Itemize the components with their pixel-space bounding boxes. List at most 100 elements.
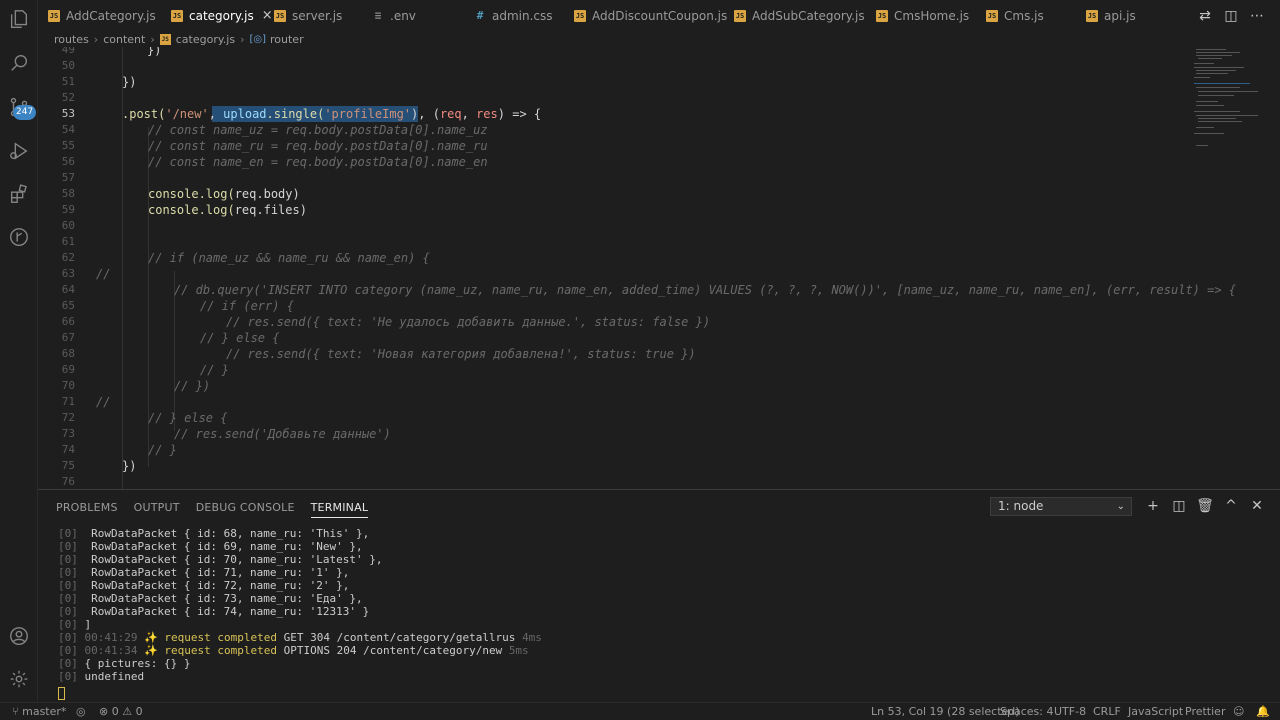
code-line: 66// res.send({ text: 'Не удалось добави… bbox=[61, 315, 711, 329]
code-line: 67// } else { bbox=[61, 331, 280, 345]
cursor-position[interactable]: Ln 53, Col 19 (28 selected) bbox=[871, 703, 1020, 720]
search-icon[interactable] bbox=[7, 51, 31, 75]
split-editor-icon[interactable]: ◫ bbox=[1218, 8, 1244, 24]
code-editor[interactable]: 49}) 50 51}) 52 53 .post('/new', upload.s… bbox=[38, 47, 1280, 489]
tab-debug-console[interactable]: DEBUG CONSOLE bbox=[196, 501, 295, 514]
tab-admin-css[interactable]: # admin.css bbox=[474, 0, 553, 31]
tab-addsubcategory[interactable]: JS AddSubCategory.js bbox=[734, 0, 865, 31]
new-terminal-icon[interactable]: + bbox=[1140, 497, 1166, 516]
close-tab-icon[interactable]: × bbox=[262, 8, 273, 23]
tab-adddiscountcoupon[interactable]: JS AddDiscountCoupon.js bbox=[574, 0, 727, 31]
editor-tab-bar: JS AddCategory.js JS category.js × JS server… bbox=[38, 0, 1280, 31]
code-line: 72// } else { bbox=[61, 411, 228, 425]
terminal-line: [0] RowDataPacket { id: 74, name_ru: '12… bbox=[58, 605, 370, 618]
terminal-line: [0] RowDataPacket { id: 68, name_ru: 'Th… bbox=[58, 527, 370, 540]
terminal-line: [0] RowDataPacket { id: 71, name_ru: '1'… bbox=[58, 566, 350, 579]
code-line: 55// const name_ru = req.body.postData[0… bbox=[61, 139, 488, 153]
close-panel-icon[interactable]: ✕ bbox=[1244, 497, 1270, 516]
warning-icon: ⚠ bbox=[118, 705, 136, 718]
tab-api[interactable]: JS api.js bbox=[1086, 0, 1136, 31]
js-file-icon: JS bbox=[274, 9, 286, 22]
code-line: 75}) bbox=[61, 459, 137, 473]
code-line: 73// res.send('Добавьте данные') bbox=[61, 427, 391, 441]
tab-output[interactable]: OUTPUT bbox=[134, 501, 180, 514]
css-file-icon: # bbox=[476, 9, 484, 22]
line-endings[interactable]: CRLF bbox=[1093, 703, 1121, 720]
terminal-line: [0] 00:41:34 ✨ request completed OPTIONS… bbox=[58, 644, 529, 657]
breadcrumb-file[interactable]: category.js bbox=[176, 33, 235, 46]
split-terminal-icon[interactable]: ◫ bbox=[1166, 497, 1192, 516]
indentation[interactable]: Spaces: 4 bbox=[1000, 703, 1053, 720]
code-line: 74// } bbox=[61, 443, 177, 457]
formatter[interactable]: Prettier bbox=[1185, 703, 1225, 720]
terminal-line: [0] RowDataPacket { id: 70, name_ru: 'La… bbox=[58, 553, 383, 566]
code-line: 57 bbox=[61, 171, 75, 184]
source-control-badge: 247 bbox=[13, 105, 37, 120]
extensions-icon[interactable] bbox=[7, 182, 31, 206]
tab-server[interactable]: JS server.js bbox=[274, 0, 342, 31]
editor-actions: ⇄ ◫ ⋯ bbox=[1192, 0, 1270, 31]
code-line: 65// if (err) { bbox=[61, 299, 294, 313]
js-file-icon: JS bbox=[876, 9, 888, 22]
symbol-variable-icon: [◎] bbox=[249, 33, 267, 45]
terminal-line: [0] RowDataPacket { id: 73, name_ru: 'Ед… bbox=[58, 592, 363, 605]
tab-category[interactable]: JS category.js × bbox=[171, 0, 273, 31]
problems-indicator[interactable]: ⊗ 0 ⚠ 0 bbox=[99, 703, 143, 720]
code-line: 60 bbox=[61, 219, 75, 232]
run-debug-icon[interactable] bbox=[7, 139, 31, 163]
panel-actions: + ◫ 🗑 ^ ✕ bbox=[1140, 497, 1270, 516]
tab-cms[interactable]: JS Cms.js bbox=[986, 0, 1044, 31]
code-line-active: 53 .post('/new', upload.single('profileIm… bbox=[61, 107, 542, 121]
code-line: 76 bbox=[61, 475, 75, 488]
compare-changes-icon[interactable]: ⇄ bbox=[1192, 8, 1218, 24]
chevron-right-icon: › bbox=[240, 32, 245, 46]
tab-cmshome[interactable]: JS CmsHome.js bbox=[876, 0, 969, 31]
bell-icon[interactable]: 🔔 bbox=[1256, 703, 1270, 720]
language-mode[interactable]: JavaScript bbox=[1128, 703, 1183, 720]
js-file-icon: JS bbox=[986, 9, 998, 22]
explorer-icon[interactable] bbox=[7, 7, 31, 31]
tab-addcategory[interactable]: JS AddCategory.js bbox=[48, 0, 156, 31]
js-file-icon: JS bbox=[734, 9, 746, 22]
code-line: 51}) bbox=[61, 75, 137, 89]
tab-env[interactable]: ≡ .env bbox=[372, 0, 416, 31]
breadcrumb-symbol[interactable]: router bbox=[270, 33, 304, 46]
env-file-icon: ≡ bbox=[374, 9, 382, 22]
code-line: 62// if (name_uz && name_ru && name_en) … bbox=[61, 251, 430, 265]
terminal-cursor bbox=[58, 687, 65, 700]
settings-gear-icon[interactable] bbox=[7, 667, 31, 691]
maximize-panel-icon[interactable]: ^ bbox=[1218, 497, 1244, 516]
encoding[interactable]: UTF-8 bbox=[1054, 703, 1086, 720]
code-line: 69// } bbox=[61, 363, 229, 377]
terminal-line: [0] ] bbox=[58, 618, 92, 631]
trash-icon[interactable]: 🗑 bbox=[1192, 497, 1218, 516]
breadcrumb: routes › content › JS category.js › [◎] … bbox=[54, 31, 304, 47]
more-actions-icon[interactable]: ⋯ bbox=[1244, 8, 1270, 24]
bottom-panel: PROBLEMS OUTPUT DEBUG CONSOLE TERMINAL 1… bbox=[38, 489, 1280, 702]
code-line: 71// bbox=[61, 395, 111, 409]
sync-icon[interactable]: ◎ bbox=[76, 703, 86, 720]
terminal-line: [0] RowDataPacket { id: 72, name_ru: '2'… bbox=[58, 579, 350, 592]
code-line: 70// }) bbox=[61, 379, 211, 393]
git-branch-icon: ⑂ bbox=[12, 705, 23, 718]
minimap[interactable] bbox=[1190, 47, 1270, 197]
code-line: 59 console.log(req.files) bbox=[61, 203, 307, 217]
branch-indicator[interactable]: ⑂ master* bbox=[12, 703, 66, 720]
code-line: 54// const name_uz = req.body.postData[0… bbox=[61, 123, 488, 137]
breadcrumb-routes[interactable]: routes bbox=[54, 33, 89, 46]
code-line: 52 bbox=[61, 91, 75, 104]
tab-problems[interactable]: PROBLEMS bbox=[56, 501, 118, 514]
terminal-select[interactable]: 1: node ⌄ bbox=[990, 497, 1132, 516]
activity-bar: 247 bbox=[0, 0, 38, 702]
panel-tabs: PROBLEMS OUTPUT DEBUG CONSOLE TERMINAL bbox=[56, 490, 384, 524]
js-file-icon: JS bbox=[159, 33, 171, 45]
chevron-right-icon: › bbox=[93, 32, 99, 46]
tab-terminal[interactable]: TERMINAL bbox=[310, 501, 369, 518]
breadcrumb-content[interactable]: content bbox=[103, 33, 145, 46]
git-graph-icon[interactable] bbox=[7, 225, 31, 249]
code-line: 56// const name_en = req.body.postData[0… bbox=[61, 155, 488, 169]
feedback-icon[interactable]: ☺ bbox=[1233, 703, 1244, 720]
account-icon[interactable] bbox=[7, 624, 31, 648]
error-icon: ⊗ bbox=[99, 705, 112, 718]
terminal-line: [0] RowDataPacket { id: 69, name_ru: 'Ne… bbox=[58, 540, 363, 553]
